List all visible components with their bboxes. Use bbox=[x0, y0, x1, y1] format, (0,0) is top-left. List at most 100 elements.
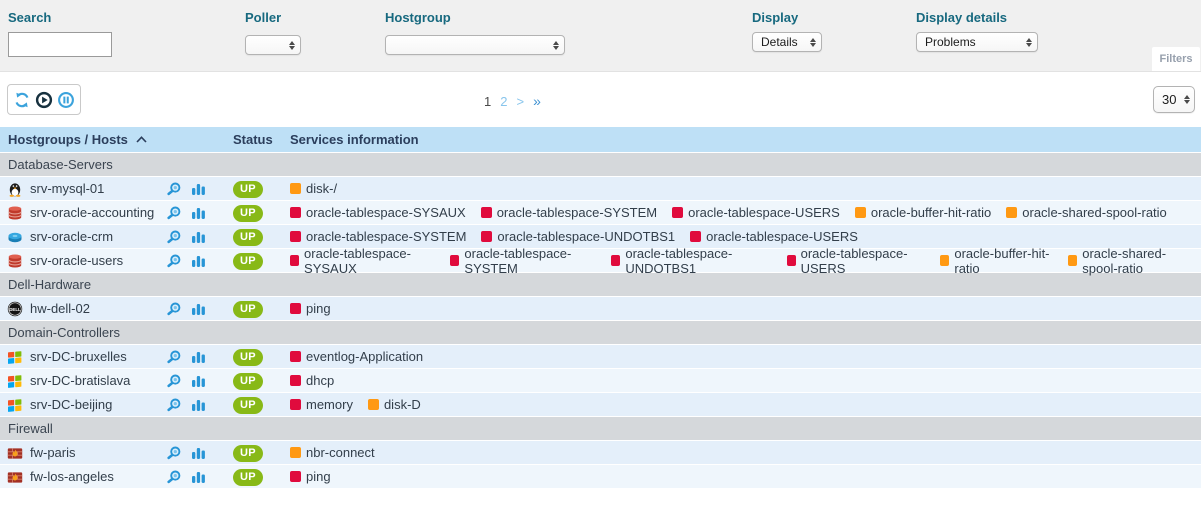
service-item[interactable]: oracle-tablespace-USERS bbox=[672, 205, 840, 220]
host-name-link[interactable]: srv-DC-bratislava bbox=[30, 373, 130, 388]
magnifier-icon[interactable] bbox=[166, 397, 182, 413]
service-name[interactable]: oracle-tablespace-USERS bbox=[801, 246, 926, 276]
magnifier-icon[interactable] bbox=[166, 469, 182, 485]
host-name-link[interactable]: srv-oracle-crm bbox=[30, 229, 113, 244]
magnifier-icon[interactable] bbox=[166, 349, 182, 365]
service-item[interactable]: disk-/ bbox=[290, 181, 337, 196]
warning-status-square-icon bbox=[855, 207, 866, 218]
service-item[interactable]: oracle-tablespace-SYSTEM bbox=[481, 205, 657, 220]
service-item[interactable]: ping bbox=[290, 301, 331, 316]
host-name-link[interactable]: fw-paris bbox=[30, 445, 76, 460]
firewall-icon bbox=[7, 469, 23, 485]
service-name[interactable]: oracle-tablespace-USERS bbox=[706, 229, 858, 244]
service-item[interactable]: oracle-tablespace-UNDOTBS1 bbox=[481, 229, 675, 244]
host-name-link[interactable]: srv-oracle-users bbox=[30, 253, 123, 268]
column-hostgroups-hosts[interactable]: Hostgroups / Hosts bbox=[0, 132, 233, 147]
service-name[interactable]: oracle-tablespace-SYSTEM bbox=[497, 205, 657, 220]
magnifier-icon[interactable] bbox=[166, 229, 182, 245]
page-size-group: 30 bbox=[1153, 86, 1195, 113]
service-name[interactable]: nbr-connect bbox=[306, 445, 375, 460]
magnifier-icon[interactable] bbox=[166, 445, 182, 461]
service-name[interactable]: oracle-tablespace-UNDOTBS1 bbox=[497, 229, 675, 244]
search-input[interactable] bbox=[8, 32, 112, 57]
service-name[interactable]: oracle-tablespace-SYSTEM bbox=[464, 246, 596, 276]
page-1-current[interactable]: 1 bbox=[484, 94, 491, 109]
next-page-icon[interactable]: > bbox=[516, 94, 524, 109]
service-item[interactable]: disk-D bbox=[368, 397, 421, 412]
service-item[interactable]: eventlog-Application bbox=[290, 349, 423, 364]
host-name-link[interactable]: fw-los-angeles bbox=[30, 469, 114, 484]
page-2-link[interactable]: 2 bbox=[500, 94, 507, 109]
host-name-link[interactable]: srv-DC-bruxelles bbox=[30, 349, 127, 364]
service-item[interactable]: memory bbox=[290, 397, 353, 412]
service-name[interactable]: oracle-shared-spool-ratio bbox=[1022, 205, 1167, 220]
column-status[interactable]: Status bbox=[233, 132, 290, 147]
service-name[interactable]: oracle-buffer-hit-ratio bbox=[871, 205, 991, 220]
service-item[interactable]: oracle-tablespace-SYSAUX bbox=[290, 205, 466, 220]
service-item[interactable]: oracle-buffer-hit-ratio bbox=[940, 246, 1053, 276]
service-name[interactable]: disk-/ bbox=[306, 181, 337, 196]
service-name[interactable]: dhcp bbox=[306, 373, 334, 388]
chart-icon[interactable] bbox=[191, 397, 206, 412]
status-badge: UP bbox=[233, 181, 263, 198]
service-name[interactable]: oracle-buffer-hit-ratio bbox=[954, 246, 1053, 276]
service-item[interactable]: oracle-tablespace-USERS bbox=[690, 229, 858, 244]
service-name[interactable]: oracle-tablespace-SYSAUX bbox=[304, 246, 435, 276]
host-name-link[interactable]: srv-oracle-accounting bbox=[30, 205, 154, 220]
host-name-link[interactable]: hw-dell-02 bbox=[30, 301, 90, 316]
service-item[interactable]: nbr-connect bbox=[290, 445, 375, 460]
magnifier-icon[interactable] bbox=[166, 373, 182, 389]
service-item[interactable]: oracle-tablespace-USERS bbox=[787, 246, 926, 276]
service-item[interactable]: oracle-shared-spool-ratio bbox=[1006, 205, 1167, 220]
service-name[interactable]: disk-D bbox=[384, 397, 421, 412]
host-row: srv-DC-bratislavaUPdhcp bbox=[0, 369, 1201, 393]
service-name[interactable]: oracle-tablespace-UNDOTBS1 bbox=[625, 246, 771, 276]
display-details-select[interactable]: Problems bbox=[916, 32, 1038, 52]
display-select-value: Details bbox=[761, 35, 798, 49]
service-item[interactable]: oracle-buffer-hit-ratio bbox=[855, 205, 991, 220]
magnifier-icon[interactable] bbox=[166, 253, 182, 269]
column-services-information[interactable]: Services information bbox=[290, 132, 1201, 147]
chart-icon[interactable] bbox=[191, 253, 206, 268]
last-page-icon[interactable]: » bbox=[533, 93, 541, 109]
service-name[interactable]: oracle-shared-spool-ratio bbox=[1082, 246, 1201, 276]
service-name[interactable]: memory bbox=[306, 397, 353, 412]
chart-icon[interactable] bbox=[191, 301, 206, 316]
service-name[interactable]: oracle-tablespace-SYSTEM bbox=[306, 229, 466, 244]
magnifier-icon[interactable] bbox=[166, 181, 182, 197]
status-badge: UP bbox=[233, 469, 263, 486]
service-name[interactable]: ping bbox=[306, 469, 331, 484]
host-name-link[interactable]: srv-DC-beijing bbox=[30, 397, 112, 412]
hostgroup-select[interactable] bbox=[385, 35, 565, 55]
display-select[interactable]: Details bbox=[752, 32, 822, 52]
service-item[interactable]: dhcp bbox=[290, 373, 334, 388]
chart-icon[interactable] bbox=[191, 205, 206, 220]
page-size-select[interactable]: 30 bbox=[1153, 86, 1195, 113]
service-name[interactable]: oracle-tablespace-SYSAUX bbox=[306, 205, 466, 220]
chart-icon[interactable] bbox=[191, 229, 206, 244]
service-name[interactable]: oracle-tablespace-USERS bbox=[688, 205, 840, 220]
chart-icon[interactable] bbox=[191, 349, 206, 364]
poller-select[interactable] bbox=[245, 35, 301, 55]
service-item[interactable]: oracle-shared-spool-ratio bbox=[1068, 246, 1201, 276]
pause-icon[interactable] bbox=[57, 91, 75, 109]
chart-icon[interactable] bbox=[191, 373, 206, 388]
play-icon[interactable] bbox=[35, 91, 53, 109]
chart-icon[interactable] bbox=[191, 445, 206, 460]
service-item[interactable]: ping bbox=[290, 469, 331, 484]
service-name[interactable]: ping bbox=[306, 301, 331, 316]
service-item[interactable]: oracle-tablespace-SYSTEM bbox=[290, 229, 466, 244]
filters-button[interactable]: Filters bbox=[1152, 47, 1200, 71]
host-name-link[interactable]: srv-mysql-01 bbox=[30, 181, 104, 196]
critical-status-square-icon bbox=[290, 399, 301, 410]
magnifier-icon[interactable] bbox=[166, 205, 182, 221]
chart-icon[interactable] bbox=[191, 181, 206, 196]
critical-status-square-icon bbox=[290, 351, 301, 362]
service-item[interactable]: oracle-tablespace-SYSTEM bbox=[450, 246, 596, 276]
service-item[interactable]: oracle-tablespace-SYSAUX bbox=[290, 246, 435, 276]
service-item[interactable]: oracle-tablespace-UNDOTBS1 bbox=[611, 246, 771, 276]
chart-icon[interactable] bbox=[191, 469, 206, 484]
magnifier-icon[interactable] bbox=[166, 301, 182, 317]
service-name[interactable]: eventlog-Application bbox=[306, 349, 423, 364]
refresh-icon[interactable] bbox=[13, 91, 31, 109]
